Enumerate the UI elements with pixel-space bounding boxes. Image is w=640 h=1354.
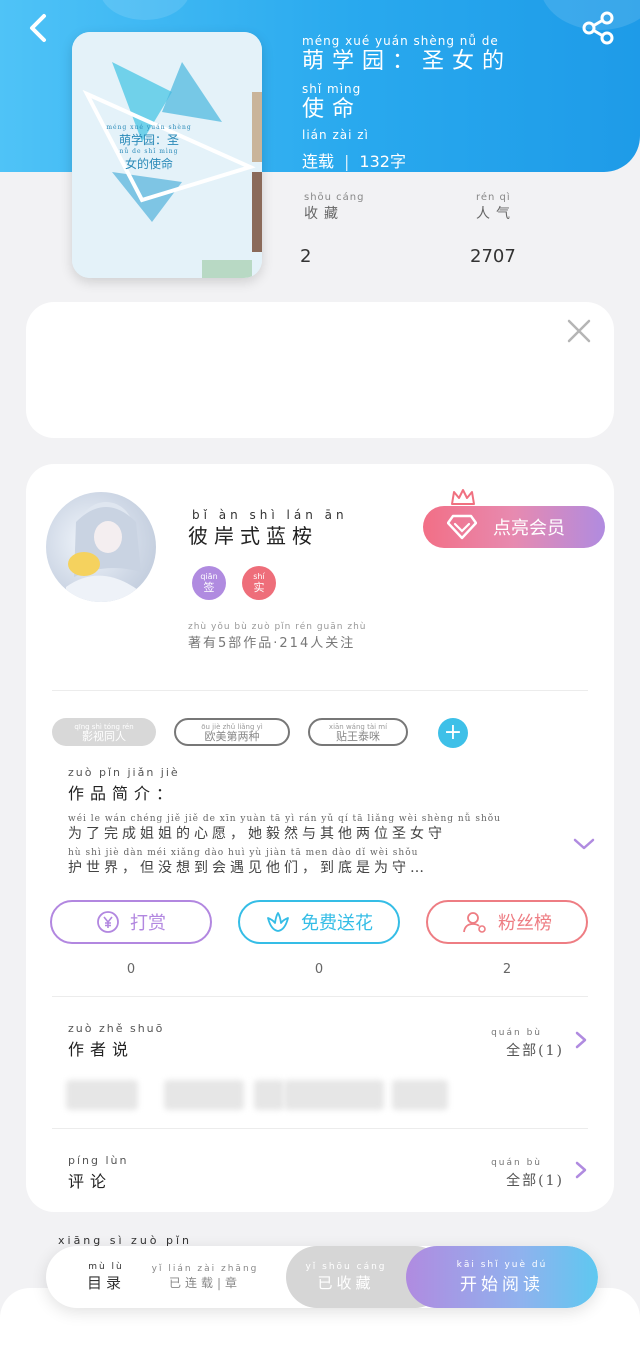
flower-count: 0 bbox=[314, 962, 324, 977]
author-says-title: zuò zhě shuō 作者说 bbox=[68, 1022, 165, 1059]
start-reading-button[interactable]: kāi shǐ yuè dú 开始阅读 bbox=[406, 1246, 598, 1308]
author-meta: zhù yǒu bù zuò pǐn rén guān zhù 著有5部作品·2… bbox=[188, 622, 367, 651]
word-count: 132字 bbox=[359, 152, 406, 171]
author-name[interactable]: 彼岸式蓝桉 bbox=[188, 520, 318, 549]
tag-item[interactable]: ōu jiè zhǔ liǎng yì 欧美第两种 bbox=[174, 718, 290, 746]
blurred-content bbox=[284, 1080, 384, 1110]
comments-title: píng lùn 评论 bbox=[68, 1154, 129, 1191]
user-icon bbox=[463, 912, 486, 933]
verified-badge: shí 实 bbox=[242, 566, 276, 600]
intro-heading: zuò pǐn jiǎn jiè 作品简介： bbox=[68, 766, 180, 803]
book-title-line-2: 使命 bbox=[302, 97, 363, 122]
book-status: 连载 | 132字 bbox=[302, 152, 406, 171]
popularity-count: 2707 bbox=[470, 246, 516, 267]
tag-item[interactable]: xiān wáng tài mí 贴王泰咪 bbox=[308, 718, 408, 746]
send-flower-button[interactable]: 免费送花 bbox=[238, 900, 400, 944]
book-cover[interactable]: méng xué yuán shèng 萌学园：圣 nǚ de shǐ mìng… bbox=[72, 32, 262, 278]
reward-button[interactable]: 打赏 bbox=[50, 900, 212, 944]
divider bbox=[52, 1128, 588, 1129]
bottom-action-bar: mù lù 目录 yǐ lián zài zhāng 已连载|章 yǐ shōu… bbox=[46, 1246, 598, 1308]
cover-title: méng xué yuán shèng 萌学园：圣 nǚ de shǐ mìng… bbox=[106, 124, 192, 171]
blurred-content bbox=[392, 1080, 448, 1110]
comments-more[interactable]: quán bù 全部(1) bbox=[491, 1156, 564, 1190]
diamond-icon bbox=[447, 514, 477, 540]
chevron-right-icon[interactable] bbox=[574, 1030, 588, 1050]
serial-status: 连载 bbox=[302, 152, 335, 171]
popularity-stat: rén qì 人气 bbox=[476, 192, 516, 222]
divider bbox=[52, 690, 588, 691]
chapter-status: yǐ lián zài zhāng 已连载|章 bbox=[151, 1263, 259, 1290]
blurred-content bbox=[164, 1080, 244, 1110]
tag-item[interactable]: qīng shì tóng rén 影视同人 bbox=[52, 718, 156, 746]
intro-text: wéi le wán chéng jiě jiě de xīn yuàn tā … bbox=[68, 814, 501, 876]
blurred-content bbox=[66, 1080, 138, 1110]
avatar[interactable] bbox=[46, 492, 156, 602]
back-button[interactable] bbox=[18, 8, 58, 48]
share-button[interactable] bbox=[578, 8, 618, 48]
chevron-right-icon[interactable] bbox=[574, 1160, 588, 1180]
catalog-button[interactable]: mù lù 目录 bbox=[66, 1246, 146, 1308]
vip-button[interactable]: 点亮会员 bbox=[423, 506, 605, 548]
close-icon bbox=[567, 319, 591, 343]
book-title-block: méng xué yuán shèng nǚ de 萌学园：圣女的 shǐ mì… bbox=[302, 34, 513, 171]
reward-count: 0 bbox=[126, 962, 136, 977]
crown-icon bbox=[451, 489, 475, 505]
blurred-content bbox=[254, 1080, 284, 1110]
fans-count: 2 bbox=[502, 962, 512, 977]
signed-badge: qiān 签 bbox=[192, 566, 226, 600]
ad-card bbox=[26, 302, 614, 438]
share-icon bbox=[582, 11, 614, 45]
favorites-count: 2 bbox=[300, 246, 312, 267]
close-ad-button[interactable] bbox=[564, 316, 594, 346]
chevron-down-icon bbox=[573, 838, 595, 850]
fans-ranking-button[interactable]: 粉丝榜 bbox=[426, 900, 588, 944]
author-card: bǐ àn shì lán ān 彼岸式蓝桉 qiān 签 shí 实 zhù … bbox=[26, 464, 614, 1212]
decor-bubble bbox=[100, 0, 190, 20]
author-says-more[interactable]: quán bù 全部(1) bbox=[491, 1026, 564, 1060]
expand-intro-button[interactable] bbox=[572, 836, 596, 852]
plus-icon: + bbox=[443, 720, 463, 745]
book-title: 萌学园：圣女的 bbox=[302, 49, 513, 74]
flower-icon bbox=[267, 912, 289, 932]
yen-icon bbox=[97, 911, 119, 933]
avatar-art bbox=[66, 502, 141, 602]
chevron-left-icon bbox=[30, 14, 46, 42]
favorites-stat: shōu cáng 收藏 bbox=[304, 192, 365, 222]
add-tag-button[interactable]: + bbox=[438, 718, 468, 748]
divider bbox=[52, 996, 588, 997]
